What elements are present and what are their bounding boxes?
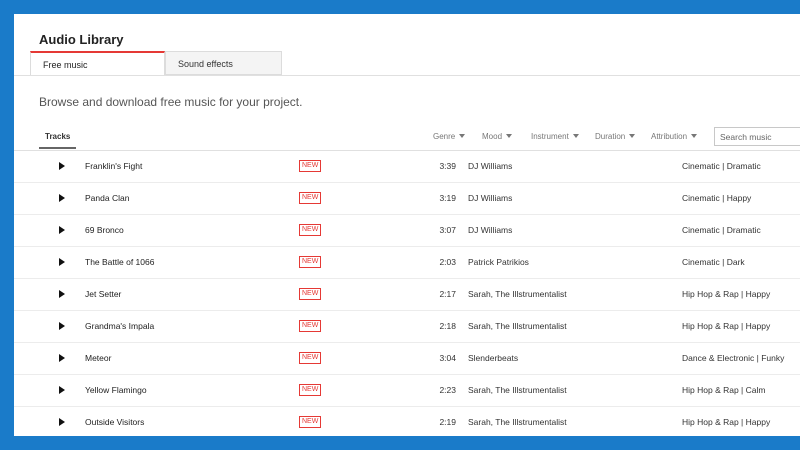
track-artist[interactable]: Patrick Patrikios (468, 257, 529, 267)
track-artist[interactable]: DJ Williams (468, 225, 512, 235)
track-name: Yellow Flamingo (85, 385, 147, 395)
new-badge: NEW (299, 416, 322, 428)
duration-filter-label: Duration (595, 132, 626, 141)
divider (14, 75, 800, 76)
track-artist[interactable]: Sarah, The Illstrumentalist (468, 321, 567, 331)
new-badge: NEW (299, 384, 322, 396)
track-name: Grandma's Impala (85, 321, 155, 331)
track-duration: 2:23 (439, 385, 456, 395)
play-icon[interactable] (59, 226, 65, 234)
search-input[interactable] (714, 127, 800, 146)
play-icon[interactable] (59, 322, 65, 330)
track-duration: 3:04 (439, 353, 456, 363)
track-name: Jet Setter (85, 289, 122, 299)
page-subtitle: Browse and download free music for your … (39, 95, 303, 109)
genre-filter-label: Genre (433, 132, 456, 141)
caret-down-icon (459, 134, 466, 138)
track-name: Outside Visitors (85, 417, 145, 427)
play-icon[interactable] (59, 194, 65, 202)
duration-filter[interactable]: Duration (595, 132, 636, 141)
play-icon[interactable] (59, 258, 65, 266)
track-name: Meteor (85, 353, 112, 363)
table-row[interactable]: Outside Visitors NEW 2:19 Sarah, The Ill… (14, 407, 800, 436)
track-artist[interactable]: DJ Williams (468, 161, 512, 171)
table-row[interactable]: Panda Clan NEW 3:19 DJ Williams Cinemati… (14, 183, 800, 215)
instrument-filter-label: Instrument (531, 132, 569, 141)
mood-filter-label: Mood (482, 132, 503, 141)
table-row[interactable]: Meteor NEW 3:04 Slenderbeats Dance & Ele… (14, 343, 800, 375)
caret-down-icon (691, 134, 698, 138)
track-genre-mood: Dance & Electronic | Funky (682, 353, 785, 363)
track-artist[interactable]: Sarah, The Illstrumentalist (468, 385, 567, 395)
track-duration: 3:07 (439, 225, 456, 235)
track-genre-mood: Hip Hop & Rap | Calm (682, 385, 766, 395)
table-row[interactable]: Grandma's Impala NEW 2:18 Sarah, The Ill… (14, 311, 800, 343)
track-artist[interactable]: Sarah, The Illstrumentalist (468, 417, 567, 427)
page-title: Audio Library (39, 32, 124, 47)
filter-bar: Tracks Genre Mood Instrument Duration At… (14, 127, 800, 149)
track-name: 69 Bronco (85, 225, 124, 235)
track-duration: 3:19 (439, 193, 456, 203)
new-badge: NEW (299, 288, 322, 300)
tab-tracks[interactable]: Tracks (39, 127, 77, 149)
play-icon[interactable] (59, 290, 65, 298)
tab-free-music[interactable]: Free music (30, 51, 165, 76)
track-genre-mood: Hip Hop & Rap | Happy (682, 417, 771, 427)
attribution-filter[interactable]: Attribution (651, 132, 698, 141)
track-artist[interactable]: DJ Williams (468, 193, 512, 203)
track-genre-mood: Cinematic | Happy (682, 193, 752, 203)
play-icon[interactable] (59, 162, 65, 170)
track-duration: 2:19 (439, 417, 456, 427)
table-row[interactable]: Franklin's Fight NEW 3:39 DJ Williams Ci… (14, 151, 800, 183)
track-name: Panda Clan (85, 193, 130, 203)
caret-down-icon (629, 134, 636, 138)
new-badge: NEW (299, 160, 322, 172)
new-badge: NEW (299, 224, 322, 236)
mood-filter[interactable]: Mood (482, 132, 513, 141)
new-badge: NEW (299, 352, 322, 364)
track-genre-mood: Hip Hop & Rap | Happy (682, 321, 771, 331)
track-duration: 3:39 (439, 161, 456, 171)
instrument-filter[interactable]: Instrument (531, 132, 579, 141)
table-row[interactable]: 69 Bronco NEW 3:07 DJ Williams Cinematic… (14, 215, 800, 247)
table-row[interactable]: The Battle of 1066 NEW 2:03 Patrick Patr… (14, 247, 800, 279)
track-genre-mood: Cinematic | Dramatic (682, 161, 761, 171)
new-badge: NEW (299, 320, 322, 332)
genre-filter[interactable]: Genre (433, 132, 466, 141)
track-duration: 2:17 (439, 289, 456, 299)
track-artist[interactable]: Sarah, The Illstrumentalist (468, 289, 567, 299)
play-icon[interactable] (59, 418, 65, 426)
new-badge: NEW (299, 192, 322, 204)
new-badge: NEW (299, 256, 322, 268)
tab-sound-effects[interactable]: Sound effects (165, 51, 282, 75)
track-genre-mood: Hip Hop & Rap | Happy (682, 289, 771, 299)
table-row[interactable]: Yellow Flamingo NEW 2:23 Sarah, The Ills… (14, 375, 800, 407)
track-genre-mood: Cinematic | Dramatic (682, 225, 761, 235)
track-name: The Battle of 1066 (85, 257, 155, 267)
track-artist[interactable]: Slenderbeats (468, 353, 518, 363)
track-duration: 2:03 (439, 257, 456, 267)
play-icon[interactable] (59, 386, 65, 394)
table-row[interactable]: Jet Setter NEW 2:17 Sarah, The Illstrume… (14, 279, 800, 311)
track-duration: 2:18 (439, 321, 456, 331)
caret-down-icon (506, 134, 513, 138)
header: Audio Library Free music Sound effects (14, 14, 800, 76)
attribution-filter-label: Attribution (651, 132, 688, 141)
caret-down-icon (572, 134, 579, 138)
track-genre-mood: Cinematic | Dark (682, 257, 745, 267)
track-name: Franklin's Fight (85, 161, 143, 171)
play-icon[interactable] (59, 354, 65, 362)
audio-library-window: Audio Library Free music Sound effects B… (14, 14, 800, 436)
